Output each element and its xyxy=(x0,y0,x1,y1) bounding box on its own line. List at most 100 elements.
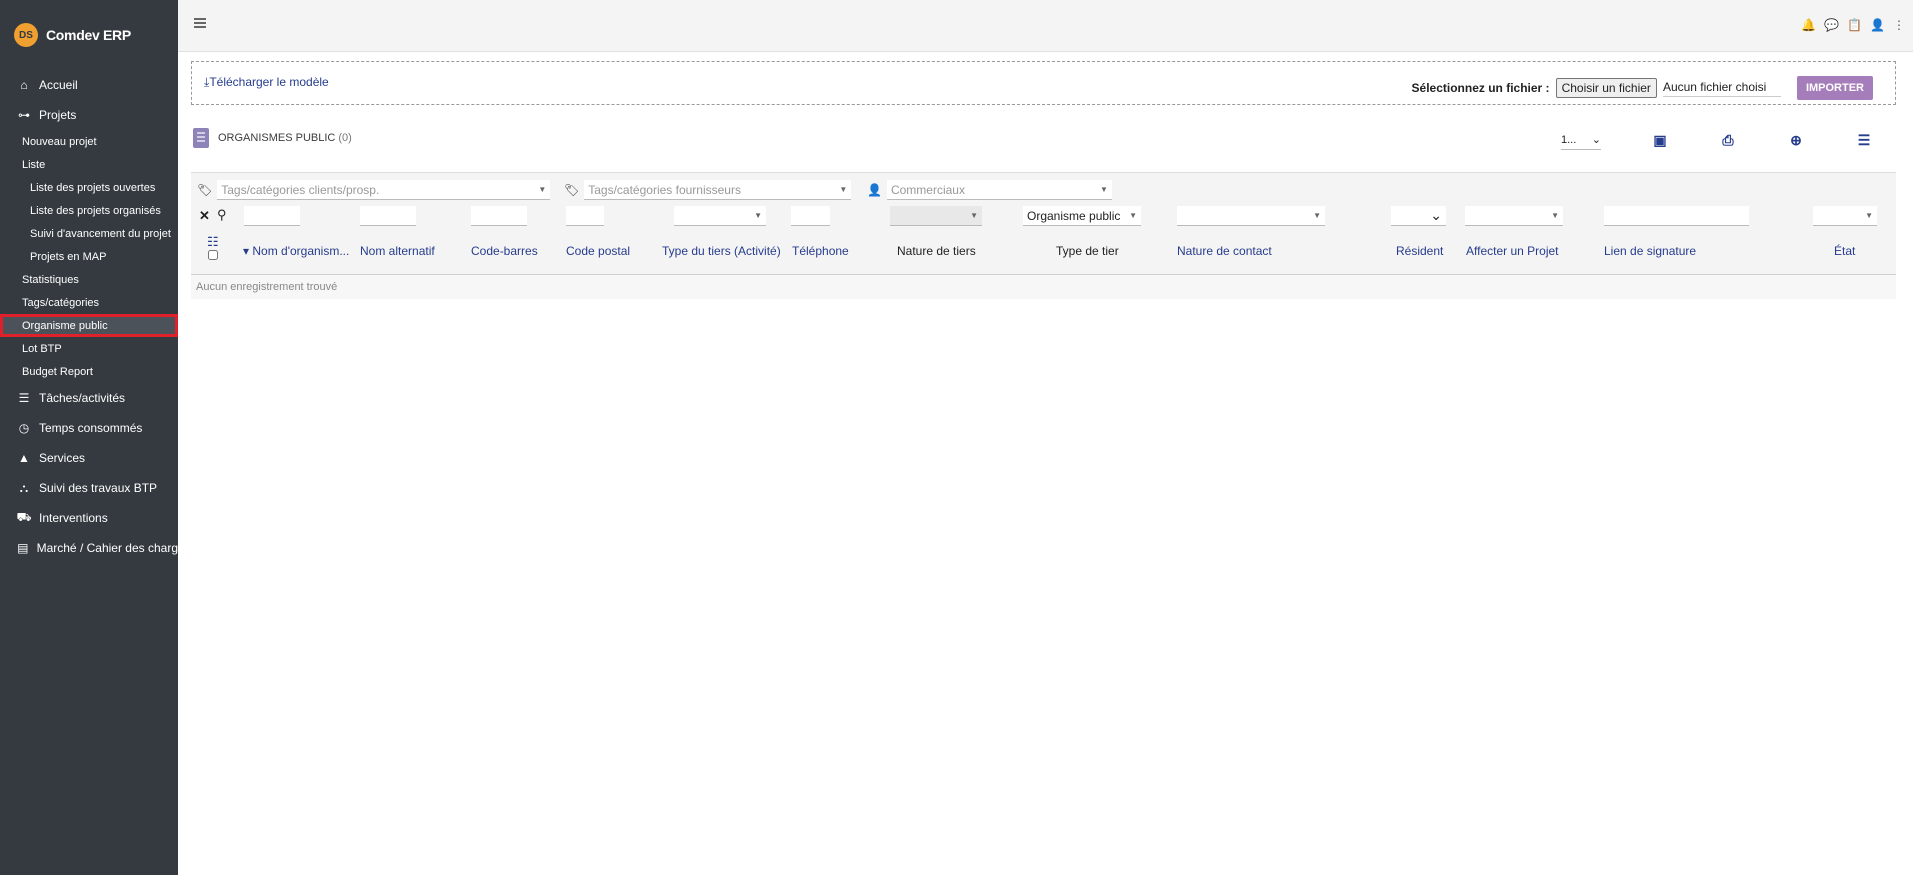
filter-row: ✕ ⚲ ▼ ▼ Organisme public ▼ ▼ ⌄ ▼ ▼ xyxy=(191,206,1896,230)
sidebar-subitem-budget-report[interactable]: Budget Report xyxy=(0,360,178,383)
sidebar-subitem-projets-en-map[interactable]: Projets en MAP xyxy=(0,245,178,268)
col-nom-alternatif[interactable]: Nom alternatif xyxy=(360,244,435,258)
filter-nom-alternatif[interactable] xyxy=(360,206,416,226)
filter-etat[interactable]: ▼ xyxy=(1813,206,1877,226)
col-resident[interactable]: Résident xyxy=(1396,244,1443,258)
sidebar-item-march-cahier-des-charg[interactable]: ▤ Marché / Cahier des charg xyxy=(0,533,178,563)
sidebar-item-label: Services xyxy=(39,451,86,465)
truck-icon: ⛟ xyxy=(16,510,32,524)
col-code-postal[interactable]: Code postal xyxy=(566,244,630,258)
import-panel: ⤓Télécharger le modèle Sélectionnez un f… xyxy=(191,61,1896,105)
col-type-activite[interactable]: Type du tiers (Activité) xyxy=(662,244,781,258)
sidebar-item-label: Accueil xyxy=(39,78,78,92)
page-limit-select[interactable]: 1... ⌄ xyxy=(1561,130,1601,150)
col-nature-tiers: Nature de tiers xyxy=(897,244,976,258)
filter-nom[interactable] xyxy=(244,206,300,226)
caret-down-icon: ▼ xyxy=(1865,211,1873,220)
sidebar-subitem-liste-des-projets-organis-s[interactable]: Liste des projets organisés xyxy=(0,199,178,222)
sidebar-item-suivi-des-travaux-btp[interactable]: ⛬ Suivi des travaux BTP xyxy=(0,473,178,503)
sidebar-subitem-suivi-d-avancement-du-projet[interactable]: Suivi d'avancement du projet xyxy=(0,222,178,245)
filter-type-activite[interactable]: ▼ xyxy=(674,206,766,226)
sidebar-item-services[interactable]: ▲ Services xyxy=(0,443,178,473)
user-icon: 👤 xyxy=(867,183,882,197)
col-nom[interactable]: ▾ Nom d'organism... xyxy=(243,244,349,258)
col-etat[interactable]: État xyxy=(1834,244,1855,258)
tag-icon: 🏷 xyxy=(564,183,580,197)
col-code-barres[interactable]: Code-barres xyxy=(471,244,538,258)
filter-resident[interactable]: ⌄ xyxy=(1391,206,1446,226)
add-icon[interactable]: ⊕ xyxy=(1787,132,1805,149)
filter-code-barres[interactable] xyxy=(471,206,527,226)
sidebar-item-label: Projets xyxy=(39,108,77,122)
col-lien-signature[interactable]: Lien de signature xyxy=(1604,244,1696,258)
sidebar-subitem-tags-cat-gories[interactable]: Tags/catégories xyxy=(0,291,178,314)
filter-affecter-projet[interactable]: ▼ xyxy=(1465,206,1563,226)
home-icon: ⌂ xyxy=(20,78,28,92)
col-telephone[interactable]: Téléphone xyxy=(792,244,849,258)
book-icon: ▤ xyxy=(17,541,29,555)
caret-down-icon: ▼ xyxy=(839,185,848,194)
search-icon[interactable]: ⚲ xyxy=(217,207,227,223)
sidebar-subitem-liste[interactable]: Liste xyxy=(0,153,178,176)
import-button[interactable]: IMPORTER xyxy=(1796,76,1873,100)
commerciaux-select[interactable]: Commerciaux ▼ xyxy=(886,180,1112,200)
filter-code-postal[interactable] xyxy=(566,206,604,226)
bell-icon[interactable]: 🔔 xyxy=(1801,18,1816,32)
clipboard-icon[interactable]: 📋 xyxy=(1847,18,1862,32)
tags-clients-filter: 🏷 Tags/catégories clients/prosp. ▼ xyxy=(197,180,551,200)
user-icon[interactable]: 👤 xyxy=(1870,18,1885,32)
sidebar-item-interventions[interactable]: ⛟ Interventions xyxy=(0,503,178,533)
sidebar-subitem-lot-btp[interactable]: Lot BTP xyxy=(0,337,178,360)
sidebar-subitem-statistiques[interactable]: Statistiques xyxy=(0,268,178,291)
print-icon[interactable]: ⎙ xyxy=(1719,132,1737,149)
top-bar: 🔔 💬 📋 👤 ⋮ xyxy=(178,0,1913,52)
sidebar-subitem-nouveau-projet[interactable]: Nouveau projet xyxy=(0,130,178,153)
building-icon xyxy=(193,128,209,148)
filter-type-tier[interactable]: Organisme public ▼ xyxy=(1023,206,1141,226)
sidebar-item-accueil[interactable]: ⌂ Accueil xyxy=(0,70,178,100)
choose-file-button[interactable]: Choisir un fichier xyxy=(1555,78,1657,98)
caret-down-icon: ▼ xyxy=(1313,211,1321,220)
filter-lien-signature[interactable] xyxy=(1604,206,1749,226)
filter-nature-contact[interactable]: ▼ xyxy=(1177,206,1325,226)
sidebar-subitem-organisme-public[interactable]: Organisme public xyxy=(0,314,178,337)
services-icon: ▲ xyxy=(18,451,30,465)
brand[interactable]: DS Comdev ERP xyxy=(0,0,178,70)
chevron-down-icon: ⌄ xyxy=(1591,134,1601,146)
binoculars-icon: ⛬ xyxy=(19,480,29,495)
sidebar-item-label: Suivi des travaux BTP xyxy=(39,481,158,495)
caret-down-icon: ▼ xyxy=(1100,185,1108,194)
menu-toggle-icon[interactable] xyxy=(194,18,206,28)
empty-message: Aucun enregistrement trouvé xyxy=(191,274,1896,299)
excel-export-icon[interactable]: ▣ xyxy=(1651,132,1669,149)
col-affecter-projet[interactable]: Affecter un Projet xyxy=(1466,244,1559,258)
chat-icon[interactable]: 💬 xyxy=(1824,18,1839,32)
more-vertical-icon[interactable]: ⋮ xyxy=(1893,18,1905,32)
sidebar-item-label: Tâches/activités xyxy=(39,391,126,405)
caret-down-icon: ▼ xyxy=(970,211,978,220)
select-all-checkbox[interactable] xyxy=(208,250,218,260)
caret-down-icon: ▼ xyxy=(1551,211,1559,220)
list-options-icon[interactable]: ☷ xyxy=(207,234,219,250)
sidebar-item-t-ches-activit-s[interactable]: ☰ Tâches/activités xyxy=(0,383,178,413)
file-select-label: Sélectionnez un fichier : xyxy=(1411,81,1550,95)
sidebar-item-label: Marché / Cahier des charg xyxy=(36,541,178,555)
filter-nature-tiers[interactable]: ▼ xyxy=(890,206,982,226)
tags-fournisseurs-select[interactable]: Tags/catégories fournisseurs ▼ xyxy=(584,180,852,200)
file-upload: Sélectionnez un fichier : Choisir un fic… xyxy=(1412,76,1873,100)
col-nature-contact[interactable]: Nature de contact xyxy=(1177,244,1272,258)
sidebar-item-projets[interactable]: ⊶ Projets xyxy=(0,100,178,130)
download-template-link[interactable]: ⤓Télécharger le modèle xyxy=(204,75,329,90)
list-view-icon[interactable]: ☰ xyxy=(1855,132,1873,149)
sidebar-item-temps-consomm-s[interactable]: ◷ Temps consommés xyxy=(0,413,178,443)
filter-telephone[interactable] xyxy=(791,206,830,226)
commerciaux-filter: 👤 Commerciaux ▼ xyxy=(867,180,1112,200)
tags-clients-select[interactable]: Tags/catégories clients/prosp. ▼ xyxy=(217,180,551,200)
top-icons: 🔔 💬 📋 👤 ⋮ xyxy=(1801,18,1905,32)
clear-filter-icon[interactable]: ✕ xyxy=(199,208,210,224)
tags-fournisseurs-filter: 🏷 Tags/catégories fournisseurs ▼ xyxy=(564,180,852,200)
sidebar-item-label: Interventions xyxy=(39,511,108,525)
sidebar-subitem-liste-des-projets-ouvertes[interactable]: Liste des projets ouvertes xyxy=(0,176,178,199)
col-type-tier: Type de tier xyxy=(1056,244,1119,258)
sitemap-icon: ⊶ xyxy=(18,108,30,122)
